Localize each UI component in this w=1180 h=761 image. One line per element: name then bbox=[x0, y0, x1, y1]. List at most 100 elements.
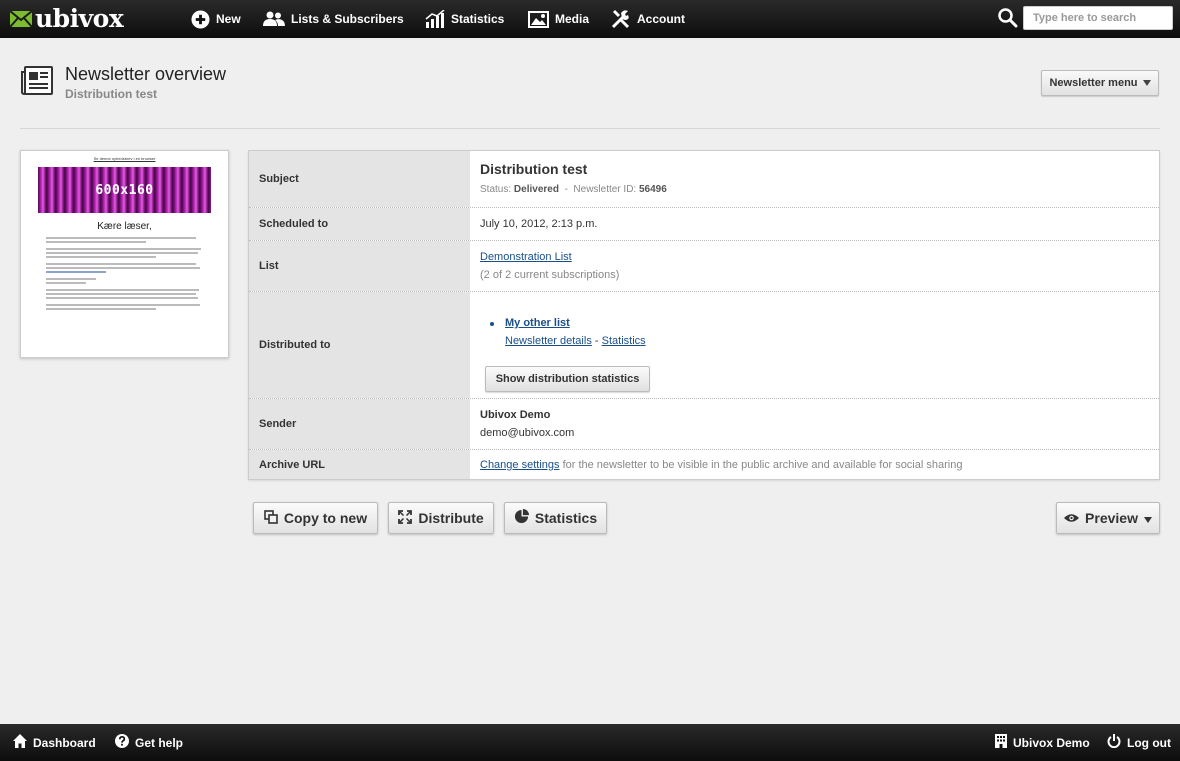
copy-to-new-button[interactable]: Copy to new bbox=[253, 502, 378, 534]
sender-name: Ubivox Demo bbox=[480, 409, 551, 421]
nav-media-label: Media bbox=[555, 12, 590, 26]
newsletter-details-table: Subject Distribution test Status: Delive… bbox=[248, 150, 1160, 480]
caret-down-icon bbox=[1143, 510, 1152, 526]
nav-account[interactable]: Account bbox=[611, 0, 685, 38]
page-title: Newsletter overview bbox=[65, 64, 227, 84]
demonstration-list-link[interactable]: Demonstration List bbox=[480, 251, 572, 263]
search-icon[interactable] bbox=[997, 7, 1019, 29]
meta-separator: - bbox=[564, 184, 568, 195]
account-name-label: Ubivox Demo bbox=[1013, 735, 1090, 750]
sender-email: demo@ubivox.com bbox=[480, 427, 575, 439]
newsletter-menu-label: Newsletter menu bbox=[1049, 77, 1138, 89]
scheduled-label: Scheduled to bbox=[249, 208, 470, 240]
row-scheduled: Scheduled to July 10, 2012, 2:13 p.m. bbox=[249, 208, 1159, 241]
thumbnail-browser-link: Se denne nyhedsbrev i en browser bbox=[93, 156, 156, 161]
plus-circle-icon bbox=[191, 9, 210, 29]
get-help-link[interactable]: Get help bbox=[115, 724, 183, 761]
distribution-statistics-link[interactable]: Statistics bbox=[602, 335, 646, 347]
copy-icon bbox=[264, 509, 278, 527]
change-settings-link[interactable]: Change settings bbox=[480, 459, 560, 471]
ubivox-logo[interactable]: ubivox bbox=[9, 4, 124, 33]
statistics-label: Statistics bbox=[534, 510, 598, 526]
scheduled-value: July 10, 2012, 2:13 p.m. bbox=[480, 218, 598, 230]
status-value: Delivered bbox=[513, 184, 559, 195]
newsletter-id-value: 56496 bbox=[639, 184, 667, 195]
users-icon bbox=[263, 11, 285, 27]
scheduled-value-cell: July 10, 2012, 2:13 p.m. bbox=[470, 208, 1159, 240]
newspaper-icon bbox=[21, 66, 53, 96]
my-other-list-link[interactable]: My other list bbox=[505, 317, 570, 329]
thumbnail-greeting: Kære læser, bbox=[97, 221, 152, 232]
preview-label: Preview bbox=[1085, 510, 1138, 526]
distributed-value-cell: My other list Newsletter details - Stati… bbox=[470, 292, 1159, 398]
sender-value-cell: Ubivox Demo demo@ubivox.com bbox=[470, 399, 1159, 449]
row-archive: Archive URL Change settings for the news… bbox=[249, 450, 1159, 479]
expand-icon bbox=[398, 509, 413, 527]
preview-button[interactable]: Preview bbox=[1056, 502, 1160, 534]
log-out-label: Log out bbox=[1127, 735, 1171, 750]
thumbnail-body-text bbox=[46, 237, 204, 312]
thumbnail-banner-text: 600x160 bbox=[95, 182, 154, 198]
help-icon bbox=[115, 734, 129, 751]
nav-media[interactable]: Media bbox=[528, 0, 589, 38]
top-navigation-bar: ubivox New Lists & Subscribers Statistic… bbox=[0, 0, 1180, 38]
archive-description: for the newsletter to be visible in the … bbox=[562, 459, 963, 471]
image-icon bbox=[528, 10, 549, 28]
list-label: List bbox=[249, 241, 470, 291]
dashboard-label: Dashboard bbox=[33, 735, 96, 750]
subscriptions-note: (2 of 2 current subscriptions) bbox=[480, 269, 620, 281]
envelope-logo-icon bbox=[9, 10, 33, 28]
show-distribution-statistics-button[interactable]: Show distribution statistics bbox=[485, 366, 650, 392]
nav-new-label: New bbox=[216, 12, 241, 26]
distributed-label: Distributed to bbox=[249, 292, 470, 398]
nav-statistics-label: Statistics bbox=[451, 12, 505, 26]
caret-down-icon bbox=[1142, 77, 1151, 89]
bar-chart-icon bbox=[425, 10, 445, 28]
row-distributed: Distributed to My other list Newsletter … bbox=[249, 292, 1159, 399]
archive-label: Archive URL bbox=[249, 450, 470, 479]
tools-icon bbox=[611, 9, 631, 29]
archive-value-cell: Change settings for the newsletter to be… bbox=[470, 450, 1159, 479]
list-bullet bbox=[490, 322, 494, 326]
sender-label: Sender bbox=[249, 399, 470, 449]
statistics-button[interactable]: Statistics bbox=[504, 502, 607, 534]
row-list: List Demonstration List (2 of 2 current … bbox=[249, 241, 1159, 292]
dashboard-link[interactable]: Dashboard bbox=[13, 724, 96, 761]
header-divider bbox=[20, 128, 1160, 129]
footer-bar: Dashboard Get help Ubivox Demo Log out bbox=[0, 724, 1180, 761]
archive-text-line: Change settings for the newsletter to be… bbox=[480, 459, 962, 471]
home-icon bbox=[13, 734, 27, 751]
subject-meta: Status: Delivered - Newsletter ID: 56496 bbox=[480, 184, 667, 195]
nav-new[interactable]: New bbox=[191, 0, 241, 38]
nav-account-label: Account bbox=[637, 12, 685, 26]
logo-text: ubivox bbox=[35, 4, 124, 33]
thumbnail-banner: 600x160 bbox=[38, 167, 211, 213]
newsletter-thumbnail[interactable]: Se denne nyhedsbrev i en browser 600x160… bbox=[20, 150, 229, 358]
eye-icon bbox=[1064, 510, 1080, 526]
row-subject: Subject Distribution test Status: Delive… bbox=[249, 151, 1159, 208]
newsletter-id-label: Newsletter ID: bbox=[573, 184, 637, 195]
distribute-button[interactable]: Distribute bbox=[388, 502, 494, 534]
distribute-label: Distribute bbox=[418, 510, 484, 526]
distribution-links: Newsletter details - Statistics bbox=[505, 335, 646, 347]
log-out-link[interactable]: Log out bbox=[1107, 724, 1171, 761]
subject-label: Subject bbox=[249, 151, 470, 207]
newsletter-menu-button[interactable]: Newsletter menu bbox=[1041, 70, 1159, 96]
page-subtitle: Distribution test bbox=[65, 87, 157, 101]
copy-to-new-label: Copy to new bbox=[283, 510, 368, 526]
newsletter-details-link[interactable]: Newsletter details bbox=[505, 335, 592, 347]
nav-lists-label: Lists & Subscribers bbox=[291, 12, 404, 26]
subject-title: Distribution test bbox=[480, 161, 588, 177]
list-value-cell: Demonstration List (2 of 2 current subsc… bbox=[470, 241, 1159, 291]
account-link[interactable]: Ubivox Demo bbox=[995, 724, 1090, 761]
get-help-label: Get help bbox=[135, 735, 184, 750]
nav-lists-subscribers[interactable]: Lists & Subscribers bbox=[263, 0, 404, 38]
status-label: Status: bbox=[480, 184, 512, 195]
nav-statistics[interactable]: Statistics bbox=[425, 0, 504, 38]
links-separator: - bbox=[594, 335, 599, 347]
pie-chart-icon bbox=[514, 509, 529, 527]
row-sender: Sender Ubivox Demo demo@ubivox.com bbox=[249, 399, 1159, 450]
subject-value: Distribution test Status: Delivered - Ne… bbox=[470, 151, 1159, 207]
search-input[interactable] bbox=[1023, 6, 1173, 30]
thumbnail-page: Se denne nyhedsbrev i en browser 600x160… bbox=[38, 151, 211, 357]
